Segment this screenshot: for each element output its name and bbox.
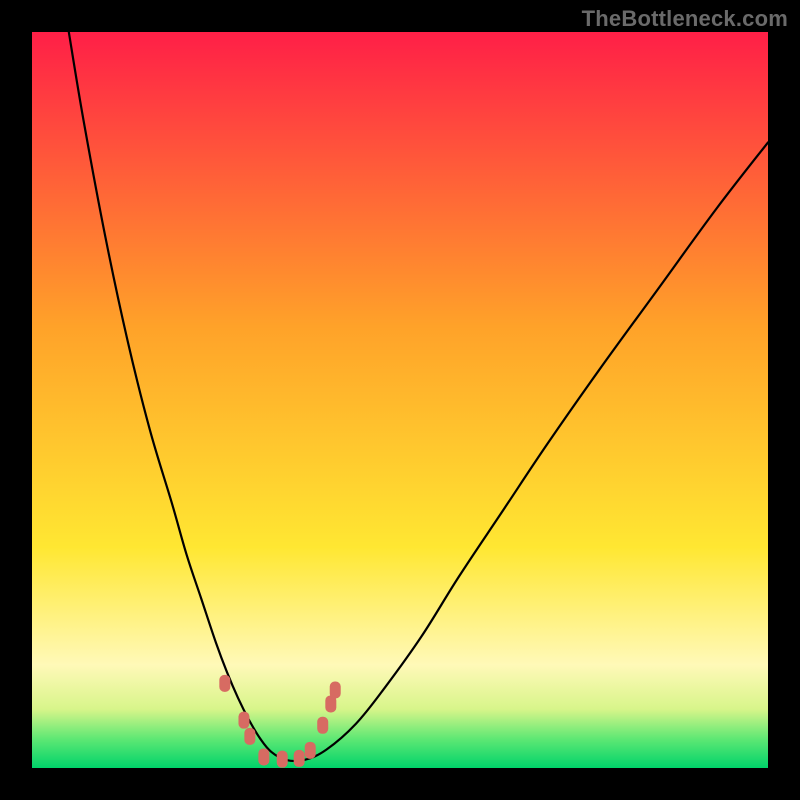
data-marker — [330, 681, 341, 698]
data-marker — [305, 742, 316, 759]
watermark-text: TheBottleneck.com — [582, 6, 788, 32]
bottleneck-curve — [32, 32, 768, 768]
data-marker — [294, 750, 305, 767]
data-marker — [258, 748, 269, 765]
data-marker — [238, 712, 249, 729]
plot-area — [32, 32, 768, 768]
chart-frame: TheBottleneck.com — [0, 0, 800, 800]
data-marker — [244, 728, 255, 745]
data-marker — [277, 751, 288, 768]
data-marker — [219, 675, 230, 692]
data-marker — [317, 717, 328, 734]
